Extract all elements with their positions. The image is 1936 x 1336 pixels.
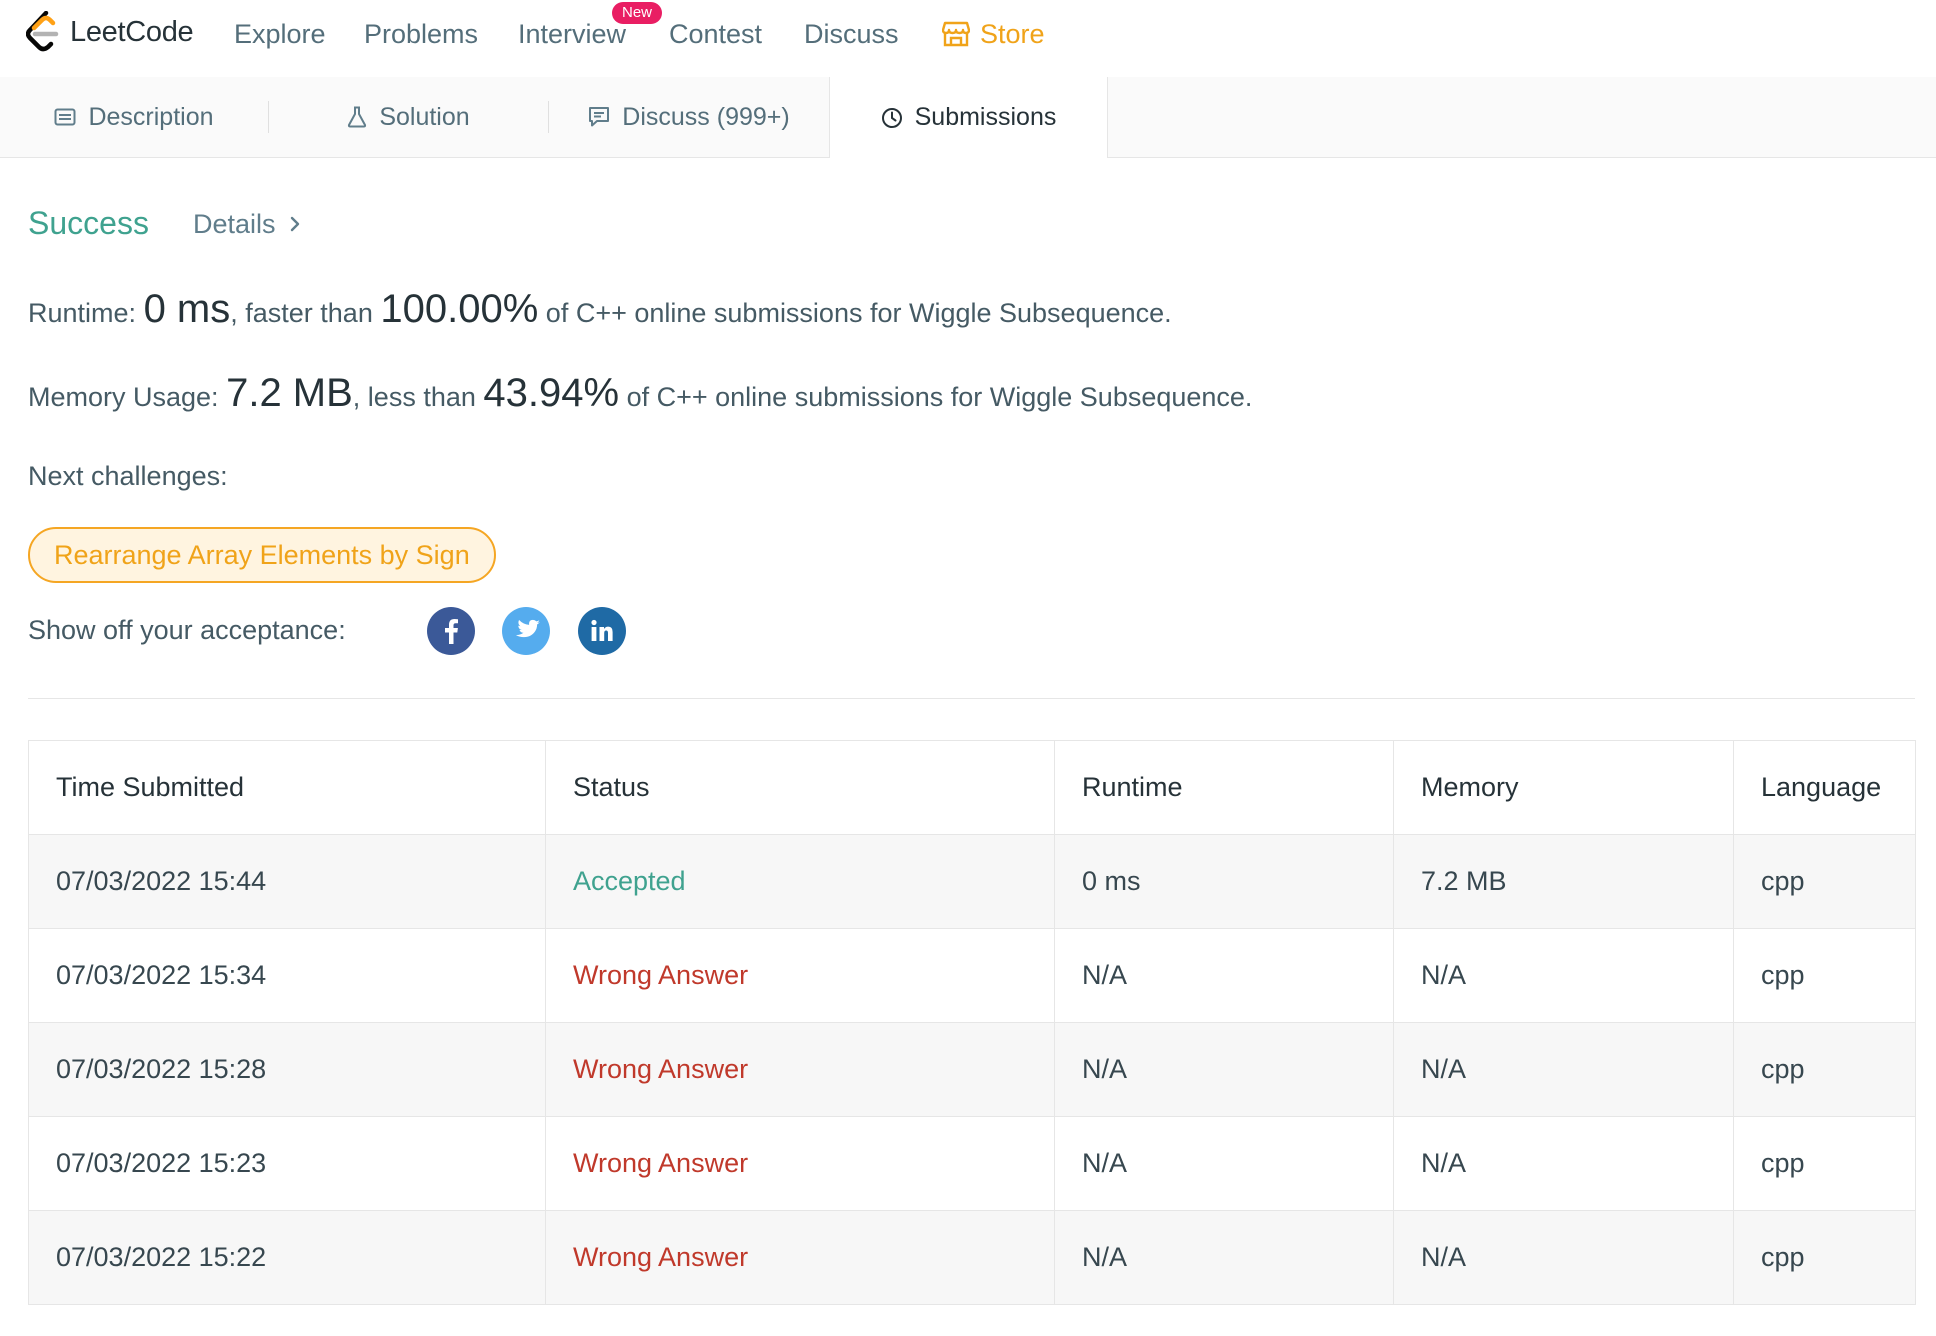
nav-store[interactable]: Store xyxy=(942,18,1045,50)
cell-memory: N/A xyxy=(1393,1116,1734,1211)
runtime-percent: 100.00% xyxy=(380,287,539,331)
comment-icon xyxy=(589,107,610,127)
linkedin-icon xyxy=(591,619,613,641)
description-icon xyxy=(54,108,76,126)
cell-runtime: N/A xyxy=(1054,928,1394,1023)
next-challenges-label: Next challenges: xyxy=(28,461,228,491)
cell-status-link[interactable]: Wrong Answer xyxy=(545,928,1055,1023)
memory-tail: of C++ online submissions for Wiggle Sub… xyxy=(626,382,1253,412)
header-status[interactable]: Status xyxy=(545,740,1055,835)
runtime-mid: , faster than xyxy=(230,298,373,328)
header-memory[interactable]: Memory xyxy=(1393,740,1734,835)
tab-description[interactable]: Description xyxy=(0,77,268,157)
facebook-share-button[interactable] xyxy=(427,607,475,655)
cell-runtime: N/A xyxy=(1054,1210,1394,1305)
header-runtime[interactable]: Runtime xyxy=(1054,740,1394,835)
cell-language: cpp xyxy=(1733,1022,1916,1117)
cell-memory: N/A xyxy=(1393,1022,1734,1117)
cell-time: 07/03/2022 15:28 xyxy=(28,1022,546,1117)
tab-solution-label: Solution xyxy=(379,102,470,131)
tab-description-label: Description xyxy=(88,102,214,131)
table-row: 07/03/2022 15:23 Wrong Answer N/A N/A cp… xyxy=(28,1116,1916,1211)
logo-text: LeetCode xyxy=(70,15,194,48)
cell-runtime: N/A xyxy=(1054,1022,1394,1117)
cell-status-link[interactable]: Wrong Answer xyxy=(545,1210,1055,1305)
next-challenge-chip[interactable]: Rearrange Array Elements by Sign xyxy=(28,527,496,583)
nav-problems[interactable]: Problems xyxy=(364,18,478,50)
cell-language: cpp xyxy=(1733,928,1916,1023)
table-row: 07/03/2022 15:28 Wrong Answer N/A N/A cp… xyxy=(28,1022,1916,1117)
tab-submissions-label: Submissions xyxy=(914,103,1057,131)
section-divider xyxy=(28,698,1915,699)
cell-memory: N/A xyxy=(1393,928,1734,1023)
cell-memory: N/A xyxy=(1393,1210,1734,1305)
nav-discuss[interactable]: Discuss xyxy=(804,18,899,50)
cell-language: cpp xyxy=(1733,1210,1916,1305)
header-language[interactable]: Language xyxy=(1733,740,1916,835)
runtime-line: Runtime: 0 ms, faster than 100.00% of C+… xyxy=(28,284,1172,338)
table-row: 07/03/2022 15:34 Wrong Answer N/A N/A cp… xyxy=(28,928,1916,1023)
new-badge: New xyxy=(612,2,663,24)
cell-time: 07/03/2022 15:22 xyxy=(28,1210,546,1305)
cell-runtime: 0 ms xyxy=(1054,834,1394,929)
runtime-value: 0 ms xyxy=(143,287,231,331)
facebook-icon xyxy=(445,619,458,644)
memory-percent: 43.94% xyxy=(483,371,620,415)
header-time-submitted[interactable]: Time Submitted xyxy=(28,740,546,835)
details-label: Details xyxy=(193,209,276,239)
cell-time: 07/03/2022 15:23 xyxy=(28,1116,546,1211)
tab-discuss[interactable]: Discuss (999+) xyxy=(549,77,829,157)
tab-submissions[interactable]: Submissions xyxy=(829,77,1108,158)
share-label: Show off your acceptance: xyxy=(28,615,346,645)
memory-label: Memory Usage: xyxy=(28,382,219,412)
table-header-row: Time Submitted Status Runtime Memory Lan… xyxy=(28,740,1916,835)
twitter-icon xyxy=(515,619,540,638)
table-row: 07/03/2022 15:44 Accepted 0 ms 7.2 MB cp… xyxy=(28,834,1916,929)
nav-contest[interactable]: Contest xyxy=(669,18,762,50)
tab-solution[interactable]: Solution xyxy=(269,77,548,157)
cell-status-link[interactable]: Wrong Answer xyxy=(545,1022,1055,1117)
linkedin-share-button[interactable] xyxy=(578,607,626,655)
nav-interview[interactable]: Interview xyxy=(518,18,626,50)
memory-line: Memory Usage: 7.2 MB, less than 43.94% o… xyxy=(28,368,1252,422)
cell-language: cpp xyxy=(1733,834,1916,929)
flask-icon xyxy=(348,106,367,128)
memory-mid: , less than xyxy=(352,382,476,412)
runtime-label: Runtime: xyxy=(28,298,137,328)
top-navigation: LeetCode Explore Problems Interview New … xyxy=(0,0,1936,78)
leetcode-logo-icon xyxy=(26,11,59,52)
result-status: Success xyxy=(28,205,149,241)
cell-language: cpp xyxy=(1733,1116,1916,1211)
details-link[interactable]: Details xyxy=(193,207,300,241)
table-row: 07/03/2022 15:22 Wrong Answer N/A N/A cp… xyxy=(28,1210,1916,1305)
cell-time: 07/03/2022 15:44 xyxy=(28,834,546,929)
submissions-table: Time Submitted Status Runtime Memory Lan… xyxy=(28,740,1916,1305)
problem-tabs: Description Solution Discuss (999+) Subm… xyxy=(0,77,1936,158)
cell-memory: 7.2 MB xyxy=(1393,834,1734,929)
chevron-right-icon xyxy=(290,216,299,232)
memory-value: 7.2 MB xyxy=(226,371,353,415)
nav-store-label: Store xyxy=(980,19,1045,49)
runtime-tail: of C++ online submissions for Wiggle Sub… xyxy=(545,298,1172,328)
cell-status-link[interactable]: Wrong Answer xyxy=(545,1116,1055,1211)
tab-discuss-label: Discuss (999+) xyxy=(622,102,790,131)
clock-icon xyxy=(881,107,902,128)
leetcode-logo[interactable]: LeetCode xyxy=(26,10,194,54)
cell-status-link[interactable]: Accepted xyxy=(545,834,1055,929)
nav-explore[interactable]: Explore xyxy=(234,18,326,50)
twitter-share-button[interactable] xyxy=(502,607,550,655)
cell-runtime: N/A xyxy=(1054,1116,1394,1211)
cell-time: 07/03/2022 15:34 xyxy=(28,928,546,1023)
store-icon xyxy=(942,21,970,47)
